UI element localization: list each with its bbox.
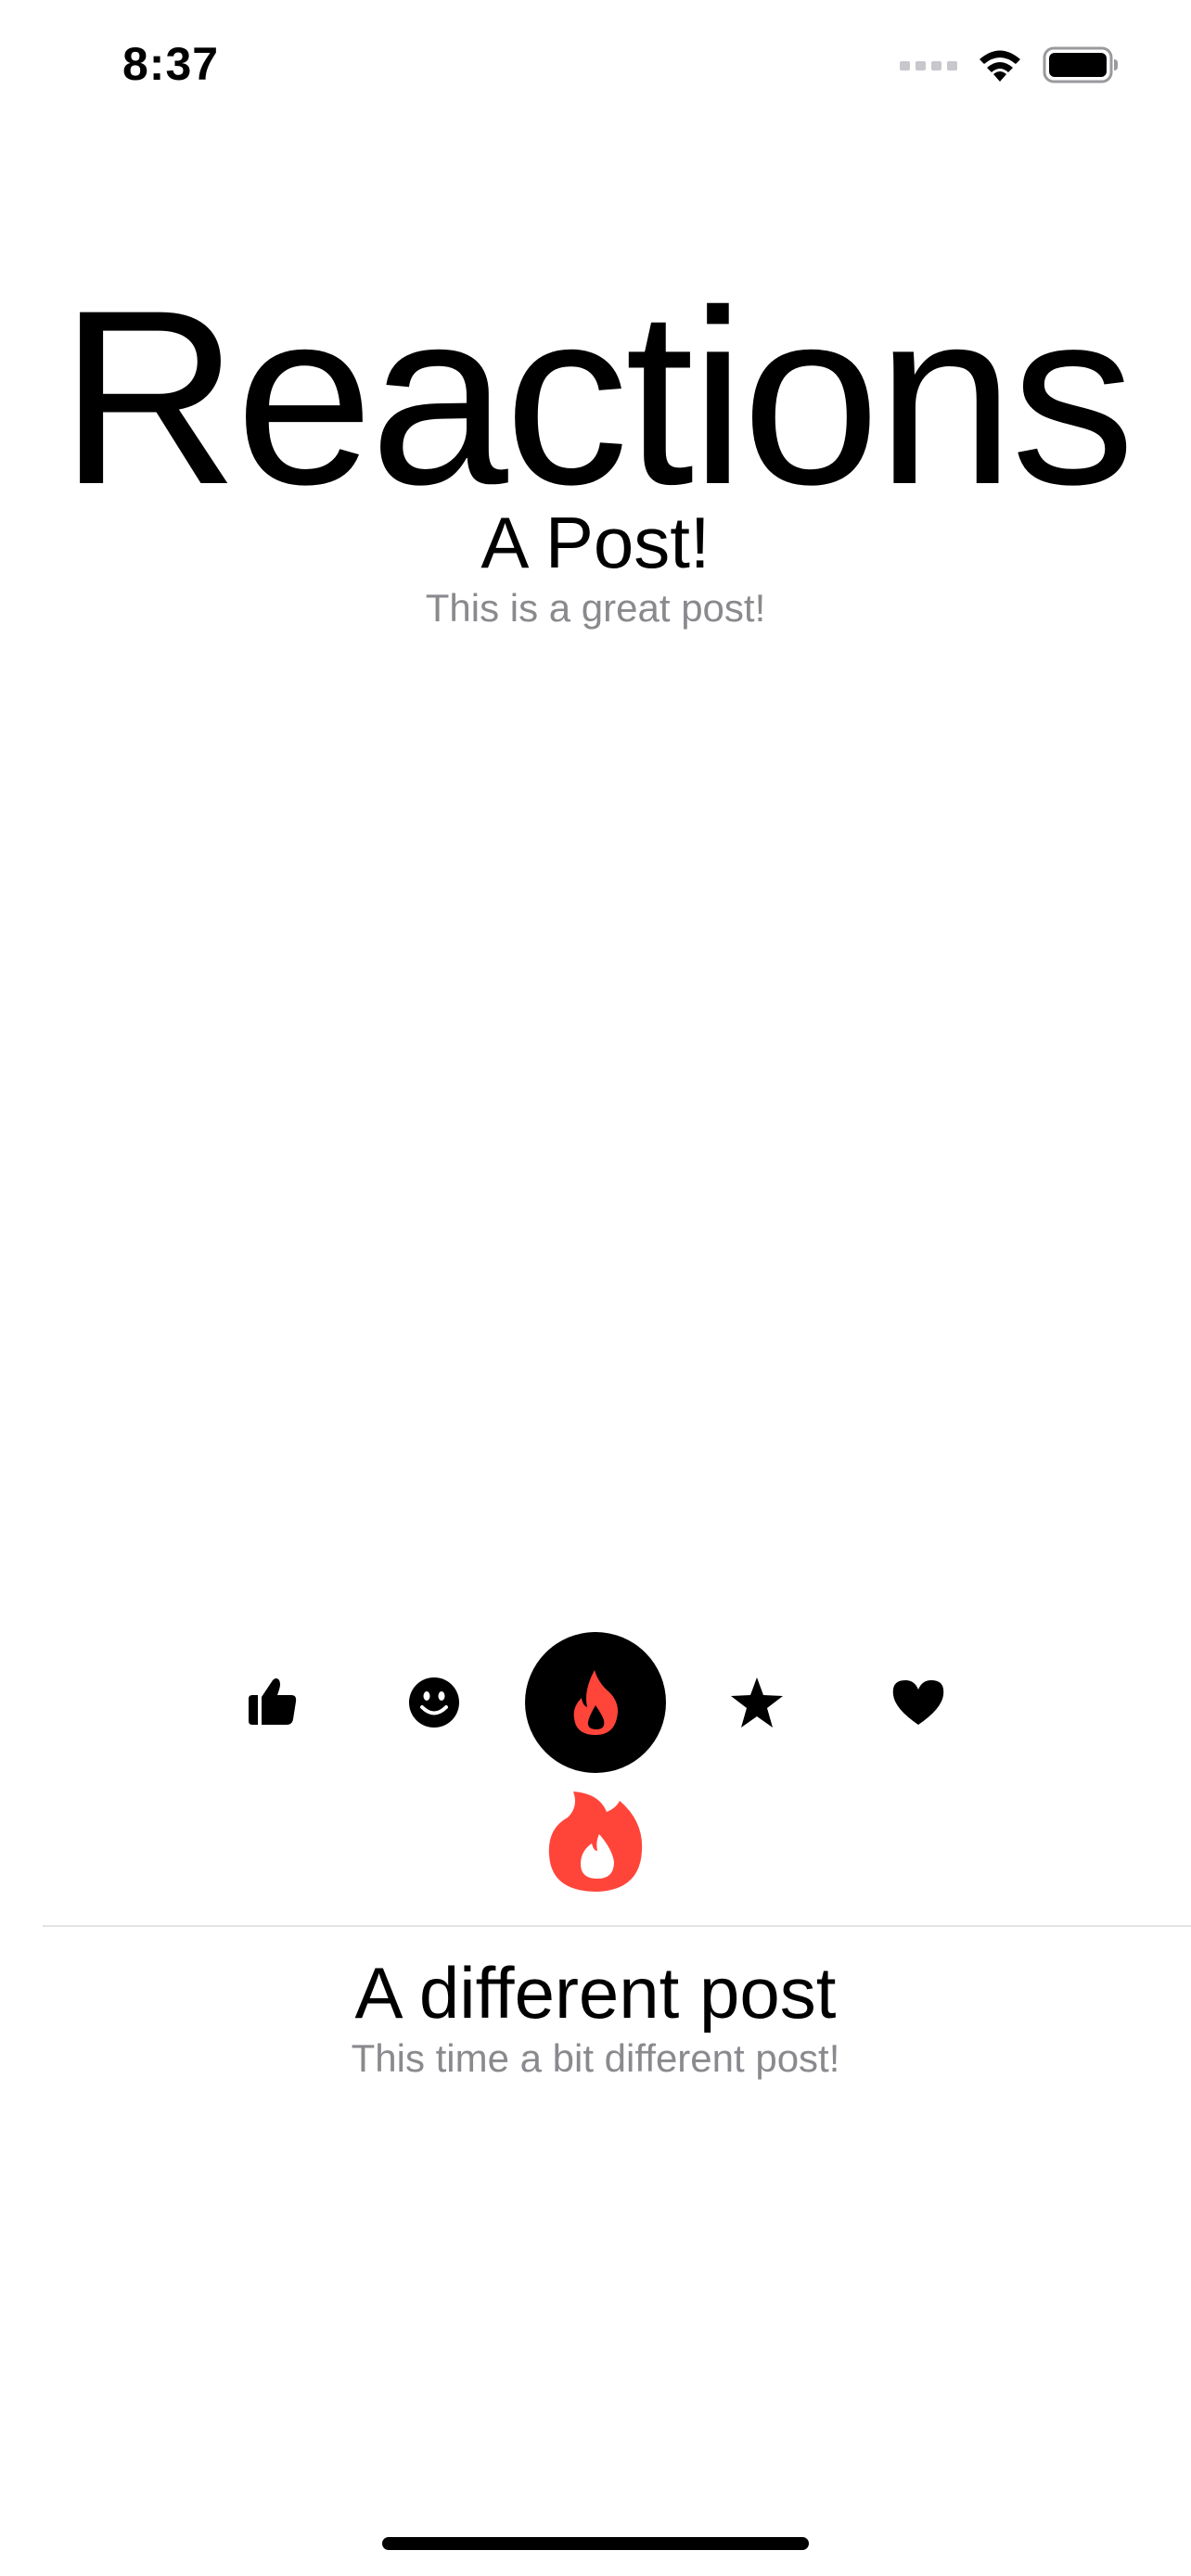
smiley-face-icon <box>408 1677 460 1728</box>
selected-reaction <box>545 1790 646 1894</box>
battery-icon <box>1043 46 1119 88</box>
reaction-thumbs-up-button[interactable] <box>202 1632 343 1773</box>
reaction-picker <box>0 1632 1191 1773</box>
status-time: 8:37 <box>122 38 220 90</box>
heart-icon <box>891 1678 945 1727</box>
flame-icon <box>545 1792 646 1897</box>
post-title: A different post <box>354 1952 837 2034</box>
post-subtitle: This is a great post! <box>425 586 766 630</box>
cellular-signal-icon <box>900 58 957 76</box>
flame-icon <box>570 1668 621 1737</box>
status-bar: 8:37 <box>0 0 1191 130</box>
reaction-heart-button[interactable] <box>848 1632 989 1773</box>
post-card[interactable]: A different post This time a bit differe… <box>0 1951 1191 2083</box>
wifi-icon <box>976 46 1024 88</box>
status-icons <box>900 45 1119 89</box>
thumbs-up-icon <box>245 1675 301 1730</box>
star-icon <box>729 1676 785 1729</box>
home-indicator[interactable] <box>382 2537 809 2550</box>
reaction-star-button[interactable] <box>686 1632 827 1773</box>
post-subtitle: This time a bit different post! <box>351 2036 840 2080</box>
page-title: Reactions <box>59 257 1135 536</box>
reaction-flame-button[interactable] <box>525 1632 666 1773</box>
post-card[interactable]: A Post! This is a great post! <box>0 501 1191 632</box>
reaction-smiley-button[interactable] <box>364 1632 505 1773</box>
post-title: A Post! <box>480 502 711 583</box>
post-divider <box>43 1925 1191 1927</box>
